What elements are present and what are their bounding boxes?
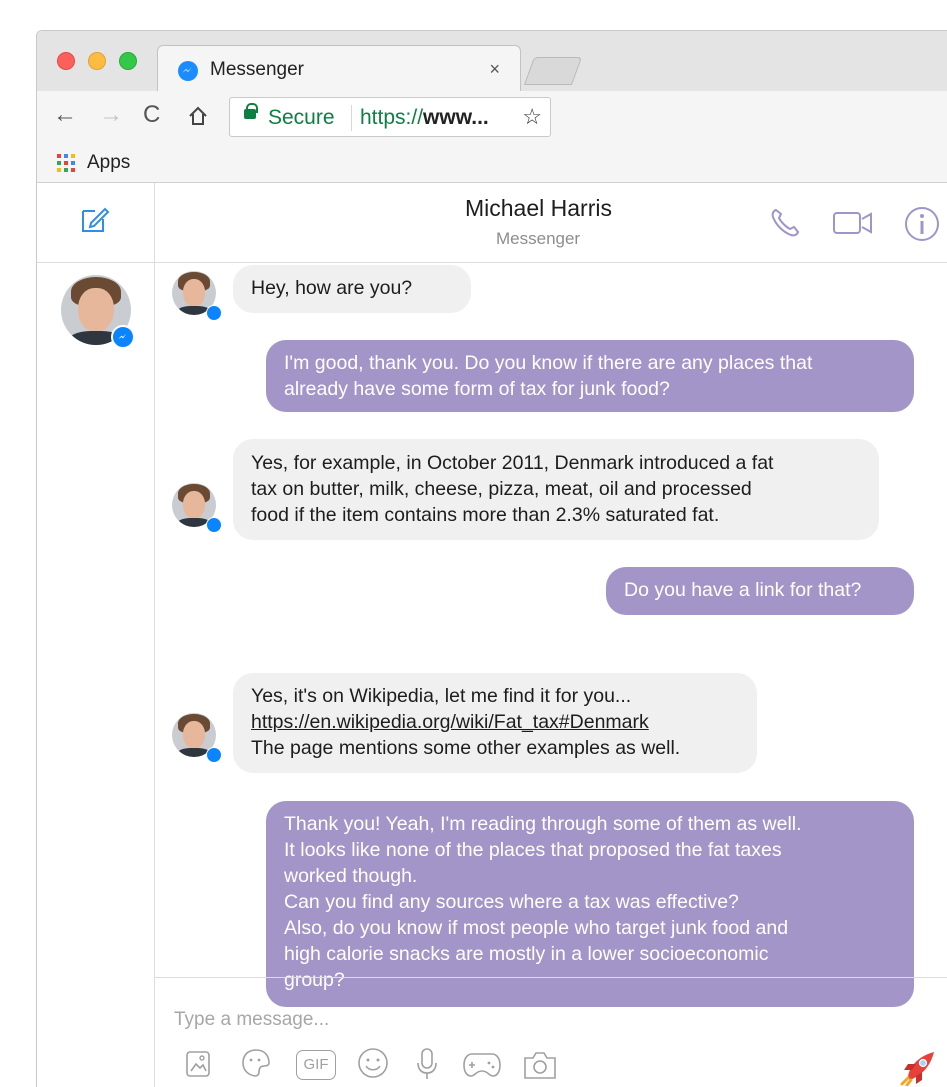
messenger-badge-icon: [206, 517, 222, 533]
lock-icon: [244, 103, 258, 119]
message-text: Yes, it's on Wikipedia, let me find it f…: [251, 685, 632, 707]
address-bar[interactable]: Secure https://www... ☆: [229, 97, 551, 137]
info-icon[interactable]: [903, 205, 941, 243]
game-icon[interactable]: [462, 1050, 502, 1080]
message-link[interactable]: https://en.wikipedia.org/wiki/Fat_tax#De…: [251, 709, 739, 735]
message-bubble-outgoing: I'm good, thank you. Do you know if ther…: [266, 340, 914, 412]
maximize-window-button[interactable]: [119, 52, 137, 70]
video-icon[interactable]: [831, 205, 875, 241]
microphone-icon[interactable]: [414, 1046, 440, 1082]
compose-area: [37, 183, 155, 263]
home-button[interactable]: [187, 101, 209, 134]
message-text: Yes, for example, in October 2011, Denma…: [251, 452, 774, 474]
forward-button[interactable]: →: [99, 101, 123, 129]
minimize-window-button[interactable]: [88, 52, 106, 70]
secure-label: Secure: [268, 106, 335, 129]
message-text: Can you find any sources where a tax was…: [284, 891, 739, 913]
message-text: Hey, how are you?: [251, 277, 413, 299]
browser-window: Messenger × ← → C Secure https://www... …: [36, 30, 947, 1087]
bookmark-star-icon[interactable]: ☆: [522, 104, 542, 130]
tab-close-button[interactable]: ×: [489, 59, 500, 80]
browser-tab-messenger[interactable]: Messenger ×: [157, 45, 521, 93]
close-window-button[interactable]: [57, 52, 75, 70]
message-text: group?: [284, 969, 345, 991]
title-bar: Messenger ×: [37, 31, 947, 93]
message-text: already have some form of tax for junk f…: [284, 378, 670, 400]
message-bubble-incoming: Hey, how are you?: [233, 265, 471, 313]
message-text: I'm good, thank you. Do you know if ther…: [284, 352, 813, 374]
message-text: It looks like none of the places that pr…: [284, 839, 782, 861]
rocket-icon[interactable]: [898, 1048, 940, 1086]
messenger-badge-icon: [206, 747, 222, 763]
compose-icon[interactable]: [79, 203, 111, 235]
sidebar-conversation-item[interactable]: [61, 275, 135, 349]
contact-subtitle: Messenger: [496, 229, 581, 248]
conversation-header: Michael Harris Messenger: [155, 183, 947, 263]
back-button[interactable]: ←: [53, 101, 77, 129]
emoji-icon[interactable]: [356, 1046, 390, 1080]
message-text: worked though.: [284, 865, 418, 887]
bookmarks-bar: Apps: [37, 143, 947, 183]
new-tab-button[interactable]: [523, 57, 583, 85]
message-bubble-incoming: Yes, for example, in October 2011, Denma…: [233, 439, 879, 540]
message-text: The page mentions some other examples as…: [251, 737, 681, 759]
contact-name[interactable]: Michael Harris: [465, 195, 612, 222]
message-text: food if the item contains more than 2.3%…: [251, 504, 720, 526]
message-text: Thank you! Yeah, I'm reading through som…: [284, 813, 802, 835]
gif-icon[interactable]: GIF: [296, 1050, 336, 1080]
phone-icon[interactable]: [767, 205, 803, 241]
composer-divider: [154, 977, 947, 978]
apps-bookmark[interactable]: Apps: [87, 152, 130, 174]
message-text: tax on butter, milk, cheese, pizza, meat…: [251, 478, 752, 500]
message-text: Do you have a link for that?: [624, 579, 862, 601]
message-bubble-outgoing: Do you have a link for that?: [606, 567, 914, 615]
messenger-icon: [178, 61, 198, 81]
url-text[interactable]: https://www...: [360, 106, 489, 130]
sticker-icon[interactable]: [240, 1046, 272, 1080]
message-bubble-incoming: Yes, it's on Wikipedia, let me find it f…: [233, 673, 757, 773]
address-divider: [351, 105, 352, 131]
message-text: Also, do you know if most people who tar…: [284, 917, 789, 939]
message-list: Hey, how are you? I'm good, thank you. D…: [155, 263, 947, 1087]
image-icon[interactable]: [184, 1046, 214, 1080]
browser-toolbar: ← → C Secure https://www... ☆: [37, 91, 947, 143]
reload-button[interactable]: C: [143, 101, 160, 129]
message-input[interactable]: Type a message...: [174, 1009, 329, 1031]
camera-icon[interactable]: [520, 1048, 560, 1082]
messenger-badge-icon: [206, 305, 222, 321]
conversation-sidebar: [37, 183, 155, 1087]
messenger-badge-icon: [111, 325, 135, 349]
apps-grid-icon[interactable]: [57, 154, 75, 172]
tab-title: Messenger: [210, 59, 304, 80]
message-text: high calorie snacks are mostly in a lowe…: [284, 943, 769, 965]
home-icon: [189, 106, 207, 125]
